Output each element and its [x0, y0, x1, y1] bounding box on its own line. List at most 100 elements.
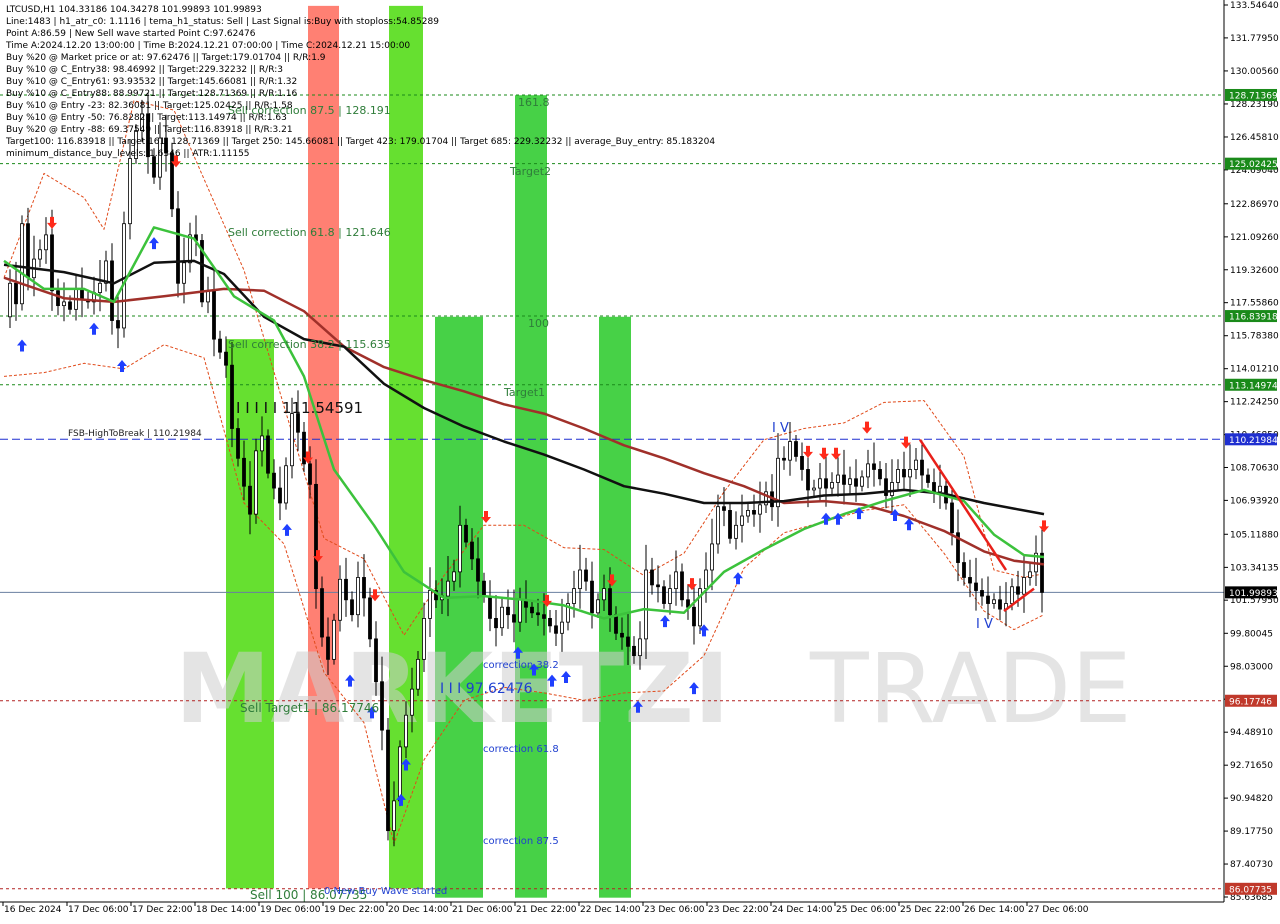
price-axis[interactable]: 133.54640131.77950130.00560128.23190126.…	[1223, 0, 1280, 903]
ann-100: 100	[528, 317, 549, 330]
time-tick-label: 26 Dec 14:00	[964, 905, 1025, 915]
candle-body	[272, 472, 276, 489]
ann-new-buy-wave: 0 New Buy Wave started	[324, 886, 447, 897]
candle-body	[866, 463, 870, 478]
candle-body	[368, 597, 372, 640]
price-tick-label: 130.00560	[1230, 67, 1279, 77]
candle-body	[176, 208, 180, 284]
ann-corr-38: correction 38.2	[483, 660, 559, 671]
candle-body	[590, 580, 594, 614]
info-line-2: Point A:86.59 | New Sell wave started Po…	[6, 29, 256, 39]
candle-body	[806, 469, 810, 491]
candle-body	[170, 152, 174, 210]
candle-body	[650, 569, 654, 586]
candle-body	[872, 463, 876, 470]
price-chart[interactable]: MARKETZI TRADE Sell correction 87.5 | 12…	[0, 0, 1280, 920]
candle-body	[506, 606, 510, 616]
candle-body	[458, 524, 462, 573]
time-tick-label: 25 Dec 06:00	[836, 905, 897, 915]
time-tick-label: 25 Dec 22:00	[900, 905, 961, 915]
price-badge-label: 96.17746	[1229, 697, 1272, 707]
price-tick-label: 115.78380	[1230, 332, 1279, 342]
candle-body	[182, 262, 186, 284]
candle-body	[212, 290, 216, 340]
candle-body	[656, 584, 660, 588]
ann-161: 161.8	[518, 96, 550, 109]
watermark: MARKETZI TRADE	[175, 633, 1132, 745]
candle-body	[896, 469, 900, 483]
candle-body	[818, 478, 822, 489]
price-tick-label: 106.93920	[1230, 496, 1279, 506]
candle-body	[584, 569, 588, 582]
candle-body	[578, 569, 582, 590]
candle-body	[788, 441, 792, 461]
candle-body	[986, 595, 990, 604]
price-tick-label: 121.09260	[1230, 233, 1279, 243]
time-tick-label: 27 Dec 06:00	[1028, 905, 1089, 915]
candle-body	[1016, 586, 1020, 595]
ann-target1: Target1	[503, 386, 545, 399]
candle-body	[938, 485, 942, 493]
price-tick-label: 87.40730	[1230, 860, 1273, 870]
ann-sell-corr-38: Sell correction 38.2 | 115.635	[228, 338, 391, 351]
candle-body	[332, 619, 336, 660]
ann-sell-target1: Sell Target1 | 86.17746	[240, 701, 379, 715]
time-axis[interactable]: 16 Dec 2024 17 Dec 06:00 17 Dec 22:00 18 De…	[0, 901, 1224, 915]
candle-body	[554, 625, 558, 634]
candle-body	[488, 595, 492, 619]
candle-body	[662, 586, 666, 604]
price-tick-label: 105.11880	[1230, 530, 1279, 540]
candle-body	[380, 681, 384, 731]
candle-body	[692, 606, 696, 627]
buy-arrow-icon	[17, 339, 27, 352]
candle-body	[470, 541, 474, 560]
price-badge-label: 128.71369	[1229, 91, 1278, 101]
candle-body	[932, 482, 936, 493]
ann-level-c: I I I 97.62476	[440, 681, 533, 697]
candle-body	[314, 483, 318, 590]
info-line-1: Line:1483 | h1_atr_c0: 1.1116 | tema_h1_…	[6, 17, 439, 27]
time-tick-label: 21 Dec 22:00	[516, 905, 577, 915]
price-badge-label: 86.07735	[1229, 885, 1272, 895]
ann-iv-bottom: I V	[976, 617, 993, 632]
info-line-9: Buy %10 @ Entry -50: 76.8282 || Target:1…	[6, 113, 287, 123]
buy-arrow-icon	[733, 572, 743, 585]
candle-body	[602, 588, 606, 601]
time-tick-label: 23 Dec 06:00	[644, 905, 705, 915]
candle-body	[224, 351, 228, 366]
candle-body	[830, 482, 834, 489]
price-badge-label: 113.14974	[1229, 381, 1278, 391]
candle-body	[794, 441, 798, 457]
candle-body	[362, 577, 366, 599]
time-tick-label: 16 Dec 2024	[4, 905, 62, 915]
candle-body	[734, 524, 738, 539]
candle-body	[842, 474, 846, 485]
candle-body	[320, 588, 324, 638]
candle-body	[116, 320, 120, 329]
candle-body	[812, 487, 816, 491]
candle-body	[992, 599, 996, 604]
price-tick-label: 117.55860	[1230, 299, 1279, 309]
candle-body	[110, 260, 114, 321]
candle-body	[542, 614, 546, 619]
candle-body	[452, 571, 456, 582]
candle-body	[494, 618, 498, 629]
candle-body	[278, 487, 282, 504]
candle-body	[968, 577, 972, 584]
candle-body	[950, 502, 954, 534]
candle-body	[422, 618, 426, 660]
time-tick-label: 20 Dec 14:00	[388, 905, 449, 915]
ann-sell-corr-61: Sell correction 61.8 | 121.646	[228, 226, 391, 239]
candle-body	[782, 457, 786, 461]
candle-body	[710, 543, 714, 571]
ann-fsb: FSB-HighToBreak | 110.21984	[68, 429, 202, 439]
candle-body	[998, 599, 1002, 610]
candle-body	[398, 746, 402, 802]
sell-arrow-icon	[47, 216, 57, 229]
candle-body	[704, 569, 708, 590]
candle-body	[800, 456, 804, 470]
candle-body	[248, 485, 252, 515]
candle-body	[500, 606, 504, 629]
price-badge-label: 116.83918	[1229, 313, 1278, 323]
ann-corr-61: correction 61.8	[483, 744, 559, 755]
